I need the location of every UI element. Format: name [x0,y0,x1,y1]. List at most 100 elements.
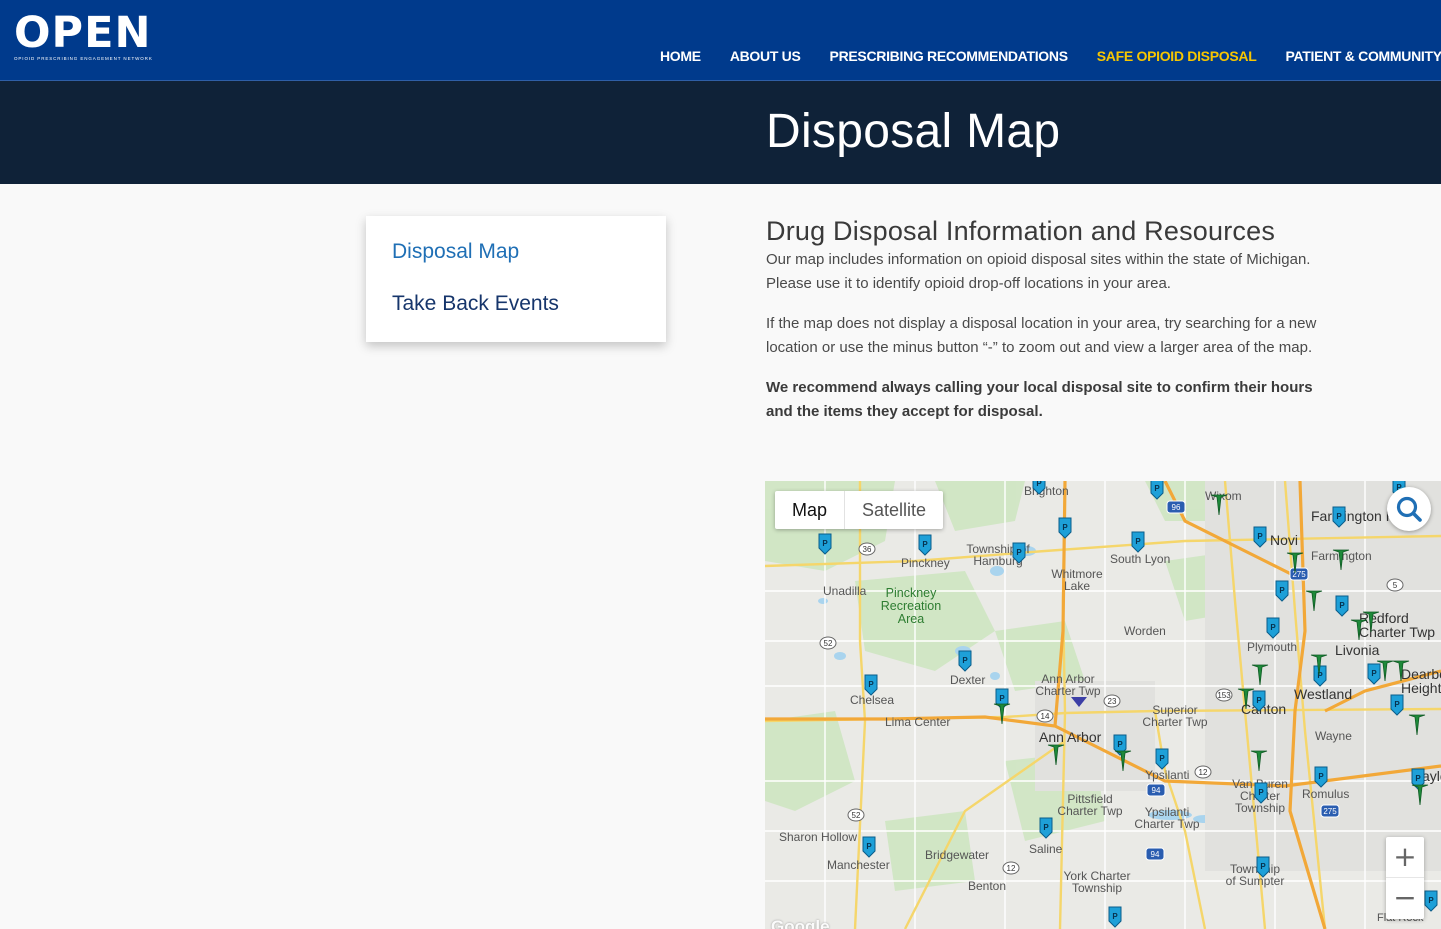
disposal-markers[interactable]: P PPPPPPPPPPPP PPPPPPPPPPPPPPPPP [765,481,1441,929]
disposal-site-marker: P [1131,531,1145,553]
pharmacy-marker [1305,590,1323,612]
logo-tagline: OPIOID PRESCRIBING ENGAGEMENT NETWORK [14,56,153,61]
disposal-map[interactable]: Brighton Wixom Farmington Hills Novi Far… [765,481,1441,929]
pharmacy-marker [1362,611,1380,633]
pharmacy-marker [993,703,1011,725]
svg-text:P: P [868,680,874,689]
disposal-site-marker: P [1058,517,1072,539]
disposal-site-marker: P [862,836,876,858]
sidebar-menu: Disposal Map Take Back Events [366,216,666,342]
pharmacy-marker [1350,619,1368,641]
svg-text:P: P [1036,481,1042,488]
main-nav: HOME ABOUT US PRESCRIBING RECOMMENDATION… [660,48,1441,64]
section-heading: Drug Disposal Information and Resources [766,216,1276,246]
site-header: OPEN OPIOID PRESCRIBING ENGAGEMENT NETWO… [0,0,1441,81]
map-zoom-control: + − [1386,837,1424,919]
disposal-site-marker: P [1335,595,1349,617]
nav-safe-opioid-disposal[interactable]: SAFE OPIOID DISPOSAL [1097,48,1257,64]
disposal-site-marker: P [958,650,972,672]
svg-text:P: P [1159,754,1165,763]
disposal-site-marker: P [1155,748,1169,770]
disposal-site-marker: P [1424,890,1438,912]
disposal-site-marker: P [1108,906,1122,928]
zoom-in-button[interactable]: + [1386,837,1424,878]
disposal-site-marker: P [918,534,932,556]
disposal-site-marker: P [1256,856,1270,878]
disposal-site-marker: P [1332,506,1346,528]
svg-text:P: P [1279,586,1285,595]
disposal-site-marker: P [1390,694,1404,716]
svg-text:P: P [1339,601,1345,610]
disposal-site-marker: P [1367,663,1381,685]
svg-text:P: P [822,539,828,548]
svg-text:P: P [1260,862,1266,871]
svg-text:P: P [1117,740,1123,749]
disposal-site-marker: P [1150,481,1164,500]
pharmacy-marker [1251,664,1269,686]
disposal-site-marker: P [1266,617,1280,639]
google-attribution: Google [771,917,830,929]
svg-text:P: P [1317,671,1323,680]
svg-text:P: P [1135,537,1141,546]
pharmacy-marker [1250,750,1268,772]
disposal-site-marker: P [1032,481,1046,495]
disposal-site-marker: P [1039,817,1053,839]
instructions-paragraph: If the map does not display a disposal l… [766,315,1317,356]
page-banner [0,81,1441,184]
disposal-site-marker: P [1252,690,1266,712]
pharmacy-marker [1237,688,1255,710]
recommendation-paragraph: We recommend always calling your local d… [766,379,1313,420]
svg-text:P: P [999,694,1005,703]
disposal-site-marker: P [1012,542,1026,564]
search-icon [1396,496,1422,522]
intro-paragraph: Our map includes information on opioid d… [766,251,1311,292]
pharmacy-marker [1286,552,1304,574]
nav-about-us[interactable]: ABOUT US [730,48,801,64]
nav-home[interactable]: HOME [660,48,701,64]
svg-text:P: P [1043,823,1049,832]
svg-text:P: P [1318,772,1324,781]
pharmacy-marker [1408,714,1426,736]
svg-text:P: P [1415,774,1421,783]
pharmacy-marker [1411,784,1429,806]
svg-text:P: P [1428,896,1434,905]
svg-text:P: P [1256,696,1262,705]
svg-text:P: P [1016,548,1022,557]
svg-text:P: P [1154,484,1160,493]
main-content: Drug Disposal Information and Resources … [766,214,1326,424]
svg-text:P: P [1336,512,1342,521]
pharmacy-marker [1210,494,1228,516]
svg-text:P: P [1258,788,1264,797]
nav-prescribing-recommendations[interactable]: PRESCRIBING RECOMMENDATIONS [830,48,1069,64]
sidebar-item-disposal-map[interactable]: Disposal Map [392,240,519,264]
disposal-site-marker: P [1253,526,1267,548]
disposal-site-marker: P [1275,580,1289,602]
disposal-site-marker: P [1254,782,1268,804]
nav-patient-community[interactable]: PATIENT & COMMUNITY [1285,48,1441,64]
svg-text:P: P [1257,532,1263,541]
map-type-satellite-button[interactable]: Satellite [845,491,943,529]
disposal-site-marker: P [1314,766,1328,788]
logo-wordmark: OPEN [14,8,152,58]
disposal-site-marker: P [864,674,878,696]
sidebar-item-take-back-events[interactable]: Take Back Events [392,292,559,316]
svg-text:P: P [962,656,968,665]
pharmacy-marker [1047,744,1065,766]
svg-text:P: P [1062,523,1068,532]
svg-text:P: P [1371,669,1377,678]
pharmacy-marker [1114,750,1132,772]
pharmacy-marker [1332,549,1350,571]
map-type-control: Map Satellite [775,491,944,529]
svg-text:P: P [1112,912,1118,921]
svg-text:P: P [866,842,872,851]
map-search-button[interactable] [1387,487,1431,531]
svg-text:P: P [1270,623,1276,632]
selected-marker [1071,697,1087,707]
disposal-site-marker: P [818,533,832,555]
svg-text:P: P [922,540,928,549]
svg-text:P: P [1394,700,1400,709]
open-logo[interactable]: OPEN OPIOID PRESCRIBING ENGAGEMENT NETWO… [14,12,159,62]
map-type-map-button[interactable]: Map [775,491,846,529]
page-title: Disposal Map [766,105,1061,158]
zoom-out-button[interactable]: − [1386,878,1424,918]
